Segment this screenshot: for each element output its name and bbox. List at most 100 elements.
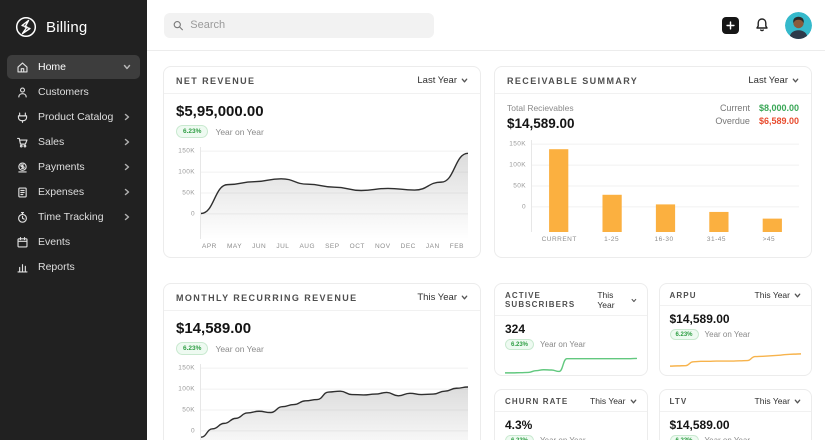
ltv-value: $14,589.00: [669, 418, 730, 432]
x-tick: SEP: [325, 243, 340, 250]
x-tick: >45: [762, 236, 776, 243]
expenses-icon: [18, 186, 27, 198]
quick-add-button[interactable]: [722, 16, 739, 34]
chevron-down-icon: [461, 78, 468, 83]
cards-row-2: MONTHLY RECURRING REVENUE This Year $14,…: [163, 283, 812, 440]
app-logo[interactable]: Billing: [0, 0, 147, 55]
x-tick: JUL: [276, 243, 290, 250]
active-subscribers-value: 324: [505, 322, 526, 336]
card-body: Total Recievables $14,589.00 Current $8,…: [495, 94, 811, 243]
period-label: Last Year: [748, 75, 788, 86]
avatar-image: [785, 11, 812, 39]
period-label: Last Year: [417, 75, 457, 86]
sidebar-item-product-catalog[interactable]: Product Catalog: [7, 105, 140, 129]
total-receivables-value: $14,589.00: [507, 116, 575, 131]
net-revenue-area-chart: [201, 147, 468, 239]
sidebar-item-label: Product Catalog: [38, 111, 114, 123]
period-dropdown[interactable]: This Year: [417, 292, 468, 303]
card-header: ARPU This Year: [659, 284, 811, 306]
period-dropdown[interactable]: This Year: [590, 396, 636, 406]
x-tick: CURRENT: [541, 236, 577, 243]
card-body: $14,589.00 6.23% Year on Year: [660, 306, 812, 340]
x-tick: OCT: [349, 243, 365, 250]
sidebar-item-events[interactable]: Events: [7, 230, 140, 254]
receivables-summary-values: Total Recievables $14,589.00 Current $8,…: [507, 103, 799, 131]
total-receivables: Total Recievables $14,589.00: [507, 103, 575, 131]
card-header: MONTHLY RECURRING REVENUE This Year: [164, 284, 480, 311]
notifications-bell-icon[interactable]: [754, 17, 770, 33]
period-label: This Year: [590, 396, 626, 406]
sidebar-item-customers[interactable]: Customers: [7, 80, 140, 104]
chevron-down-icon: [792, 78, 799, 83]
x-tick: APR: [202, 243, 217, 250]
cards-row-1: NET REVENUE Last Year $5,95,000.00 6.23%…: [163, 66, 812, 258]
card-header: ACTIVE SUBSCRIBERS This Year: [495, 284, 647, 316]
period-dropdown[interactable]: This Year: [597, 290, 636, 310]
y-tick: 150K: [178, 147, 195, 155]
home-icon: [17, 61, 28, 73]
period-dropdown[interactable]: This Year: [755, 290, 801, 300]
net-revenue-chart: 150K 100K 50K 0: [176, 147, 468, 239]
yoy-caption: Year on Year: [215, 126, 264, 137]
mrr-card: MONTHLY RECURRING REVENUE This Year $14,…: [163, 283, 481, 440]
sidebar-item-label: Sales: [38, 136, 65, 148]
period-label: This Year: [754, 396, 790, 406]
plus-icon: [726, 20, 735, 30]
churn-rate-card: CHURN RATE This Year 4.3% 6.23% Year on …: [494, 389, 648, 440]
sidebar-item-time-tracking[interactable]: Time Tracking: [7, 205, 140, 229]
card-title: MONTHLY RECURRING REVENUE: [176, 292, 358, 303]
net-revenue-value: $5,95,000.00: [176, 103, 264, 120]
sidebar-item-label: Reports: [38, 261, 75, 273]
sidebar-item-reports[interactable]: Reports: [7, 255, 140, 279]
mrr-area-chart: [201, 364, 468, 440]
search-box[interactable]: [164, 12, 434, 38]
yoy-badge: 6.23%: [669, 329, 699, 340]
card-title: ARPU: [669, 290, 697, 300]
chevron-down-icon: [630, 399, 636, 403]
card-title: CHURN RATE: [505, 396, 569, 406]
product-catalog-icon: [17, 111, 28, 123]
topbar: [147, 0, 825, 51]
y-tick: 100K: [509, 161, 526, 169]
y-tick: 0: [521, 203, 526, 211]
yoy-caption: Year on Year: [540, 436, 586, 440]
sidebar: Billing Home Customers Product Catalog S…: [0, 0, 147, 440]
yoy-badge: 6.23%: [176, 125, 209, 138]
sidebar-item-sales[interactable]: Sales: [7, 130, 140, 154]
card-header: LTV This Year: [659, 390, 811, 412]
period-label: This Year: [597, 290, 615, 310]
arpu-value: $14,589.00: [669, 312, 730, 326]
card-header: NET REVENUE Last Year: [164, 67, 480, 94]
sidebar-item-payments[interactable]: Payments: [7, 155, 140, 179]
y-tick: 50K: [182, 406, 195, 414]
sidebar-item-label: Time Tracking: [38, 211, 104, 223]
search-icon: [173, 20, 183, 30]
sidebar-item-label: Events: [38, 236, 71, 248]
period-dropdown[interactable]: Last Year: [748, 75, 799, 86]
chevron-down-icon: [631, 298, 636, 302]
receivables-bar-chart: [532, 140, 799, 232]
current-overdue-block: Current $8,000.00 Overdue $6,589.00: [715, 103, 799, 126]
card-header: CHURN RATE This Year: [495, 390, 647, 412]
sidebar-item-home[interactable]: Home: [7, 55, 140, 79]
current-label: Current: [719, 103, 750, 113]
search-input[interactable]: [190, 19, 425, 31]
yoy-caption: Year on Year: [540, 340, 586, 349]
chevron-right-icon: [124, 113, 130, 121]
ltv-card: LTV This Year $14,589.00 6.23% Year on Y…: [658, 389, 812, 440]
yoy-badge: 6.23%: [505, 339, 535, 350]
badge-row: 6.23% Year on Year: [176, 342, 468, 355]
x-tick: FEB: [449, 243, 464, 250]
y-axis: 150K 100K 50K 0: [176, 364, 200, 440]
x-tick: NOV: [374, 243, 391, 250]
sidebar-item-expenses[interactable]: Expenses: [7, 180, 140, 204]
user-avatar[interactable]: [785, 11, 812, 39]
x-tick: DEC: [400, 243, 416, 250]
sidebar-item-label: Payments: [38, 161, 85, 173]
billing-dashboard: Billing Home Customers Product Catalog S…: [0, 0, 825, 440]
y-tick: 50K: [513, 182, 526, 190]
y-axis: 150K 100K 50K 0: [507, 140, 531, 232]
period-dropdown[interactable]: Last Year: [417, 75, 468, 86]
mrr-value: $14,589.00: [176, 320, 252, 337]
period-dropdown[interactable]: This Year: [755, 396, 801, 406]
